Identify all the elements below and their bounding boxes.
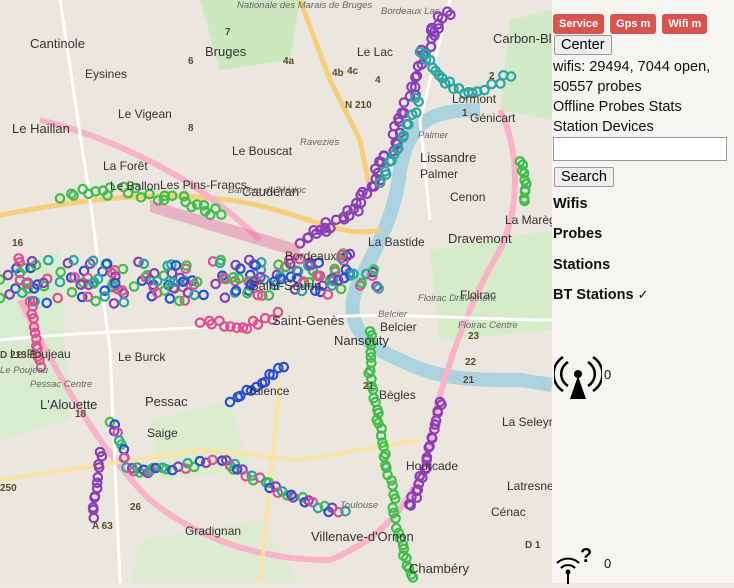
gps-button[interactable]: Gps m — [610, 14, 657, 34]
place-label: Lormont — [452, 92, 497, 106]
place-label: Dravemont — [448, 231, 512, 246]
place-label: L'Alouette — [40, 397, 97, 412]
road-label: 7 — [225, 27, 231, 38]
search-input[interactable] — [553, 137, 727, 161]
road-label: 4c — [347, 66, 359, 77]
area-label: Bordeaux Lac — [381, 6, 440, 17]
place-label: Villenave-d'Ornon — [311, 529, 414, 544]
place-label: Le Burck — [118, 350, 166, 364]
place-label: Le Bouscat — [232, 144, 293, 158]
road-label: 16 — [12, 238, 24, 249]
road-label: 22 — [465, 357, 477, 368]
station-devices-link[interactable]: Station Devices — [553, 117, 654, 137]
place-label: Génicart — [470, 111, 516, 125]
place-label: La Bastide — [368, 235, 425, 249]
summary-line-1: wifis: 29494, 7044 open, — [553, 59, 711, 75]
area-label: Barrière du Médoc — [228, 185, 306, 196]
place-label: La Seleyre — [502, 415, 552, 429]
service-button[interactable]: Service — [553, 14, 605, 34]
place-label: Eysines — [85, 67, 127, 81]
place-label: Saige — [147, 426, 178, 440]
stations-layer-toggle[interactable]: Stations — [553, 255, 610, 275]
area-label: Palmer — [418, 130, 449, 141]
area-label: Belcier — [378, 309, 408, 320]
place-label: Lissandre — [420, 150, 476, 165]
road-label: 18 — [75, 409, 87, 420]
offline-probes-stats-link[interactable]: Offline Probes Stats — [553, 97, 682, 117]
place-label: Le Vigean — [118, 107, 172, 121]
road-label: 8 — [188, 123, 194, 134]
place-label: Carbon-Blanc — [493, 31, 552, 46]
antenna-count: 0 — [604, 367, 612, 382]
place-label: Hourcade — [406, 459, 458, 473]
place-label: La Forêt — [103, 159, 148, 173]
area-label: Pessac Centre — [30, 379, 92, 390]
place-label: Bègles — [379, 388, 416, 402]
road-label: A 63 — [92, 521, 113, 532]
probes-layer-toggle[interactable]: Probes — [553, 224, 602, 244]
checkmark-icon: ✓ — [637, 287, 649, 302]
road-label: 21 — [463, 375, 475, 386]
unknown-count: 0 — [604, 556, 612, 571]
place-label: Bruges — [205, 44, 247, 59]
road-label: 21 — [363, 381, 375, 392]
place-label: Bordeaux — [285, 249, 336, 263]
bt-stations-label: BT Stations — [553, 287, 634, 303]
map-view[interactable]: Cantinole Eysines Le Vigean Le Haillan La Fo… — [0, 0, 552, 583]
road-label: 1 — [462, 108, 468, 119]
road-label: 4b — [332, 68, 344, 79]
place-label: Cénac — [491, 505, 526, 519]
side-panel: Service Gps m Wifi m Center wifis: 29494… — [552, 0, 734, 584]
place-label: Latresne — [507, 479, 552, 493]
place-label: Talence — [248, 384, 290, 398]
place-label: Saint-Genès — [272, 313, 345, 328]
road-label: 2 — [489, 71, 495, 82]
place-label: La Marègue — [505, 213, 552, 227]
road-label: 4 — [375, 75, 381, 86]
place-label: Pessac — [145, 394, 188, 409]
place-label: Le Haillan — [12, 121, 70, 136]
unknown-device-icon: ? — [554, 544, 600, 588]
place-label: Nansouty — [334, 333, 389, 348]
area-label: Nationale des Marais de Bruges — [237, 0, 372, 11]
place-label: Chambéry — [409, 561, 469, 576]
road-label: 23 — [468, 331, 480, 342]
road-label: D 1 — [525, 540, 541, 551]
wifis-layer-toggle[interactable]: Wifis — [553, 194, 588, 214]
road-label: 26 — [130, 502, 142, 513]
road-label: D 213 E — [0, 350, 36, 361]
bt-stations-layer-toggle[interactable]: BT Stations ✓ — [553, 285, 649, 305]
area-label: Ravezies — [300, 137, 339, 148]
area-label: Floirac Centre — [458, 320, 518, 331]
place-label: Cantinole — [30, 36, 85, 51]
center-button[interactable]: Center — [554, 35, 612, 55]
place-label: Cenon — [450, 190, 485, 204]
search-button[interactable]: Search — [554, 167, 614, 187]
svg-text:?: ? — [580, 545, 592, 567]
road-label: N 210 — [345, 100, 372, 111]
place-label: Saint-Seurin — [250, 278, 322, 293]
antenna-icon — [552, 352, 604, 406]
mode-badges: Service Gps m Wifi m — [553, 14, 708, 34]
place-label: Gradignan — [185, 524, 241, 538]
area-label: Toulouse — [340, 500, 378, 511]
area-label: Floirac Dravemont — [418, 293, 496, 304]
map-canvas[interactable]: Cantinole Eysines Le Vigean Le Haillan La Fo… — [0, 0, 552, 583]
place-label: Palmer — [420, 167, 458, 181]
road-label: 4a — [283, 56, 295, 67]
place-label: Belcier — [380, 320, 417, 334]
wifi-button[interactable]: Wifi m — [662, 14, 708, 34]
place-label: Le Lac — [357, 45, 393, 59]
road-label: 250 — [0, 483, 17, 494]
area-label: Le Poujeau — [0, 365, 49, 376]
place-label: Le Ballon — [110, 179, 160, 193]
summary-line-2: 50557 probes — [553, 79, 642, 95]
road-label: 6 — [188, 56, 194, 67]
